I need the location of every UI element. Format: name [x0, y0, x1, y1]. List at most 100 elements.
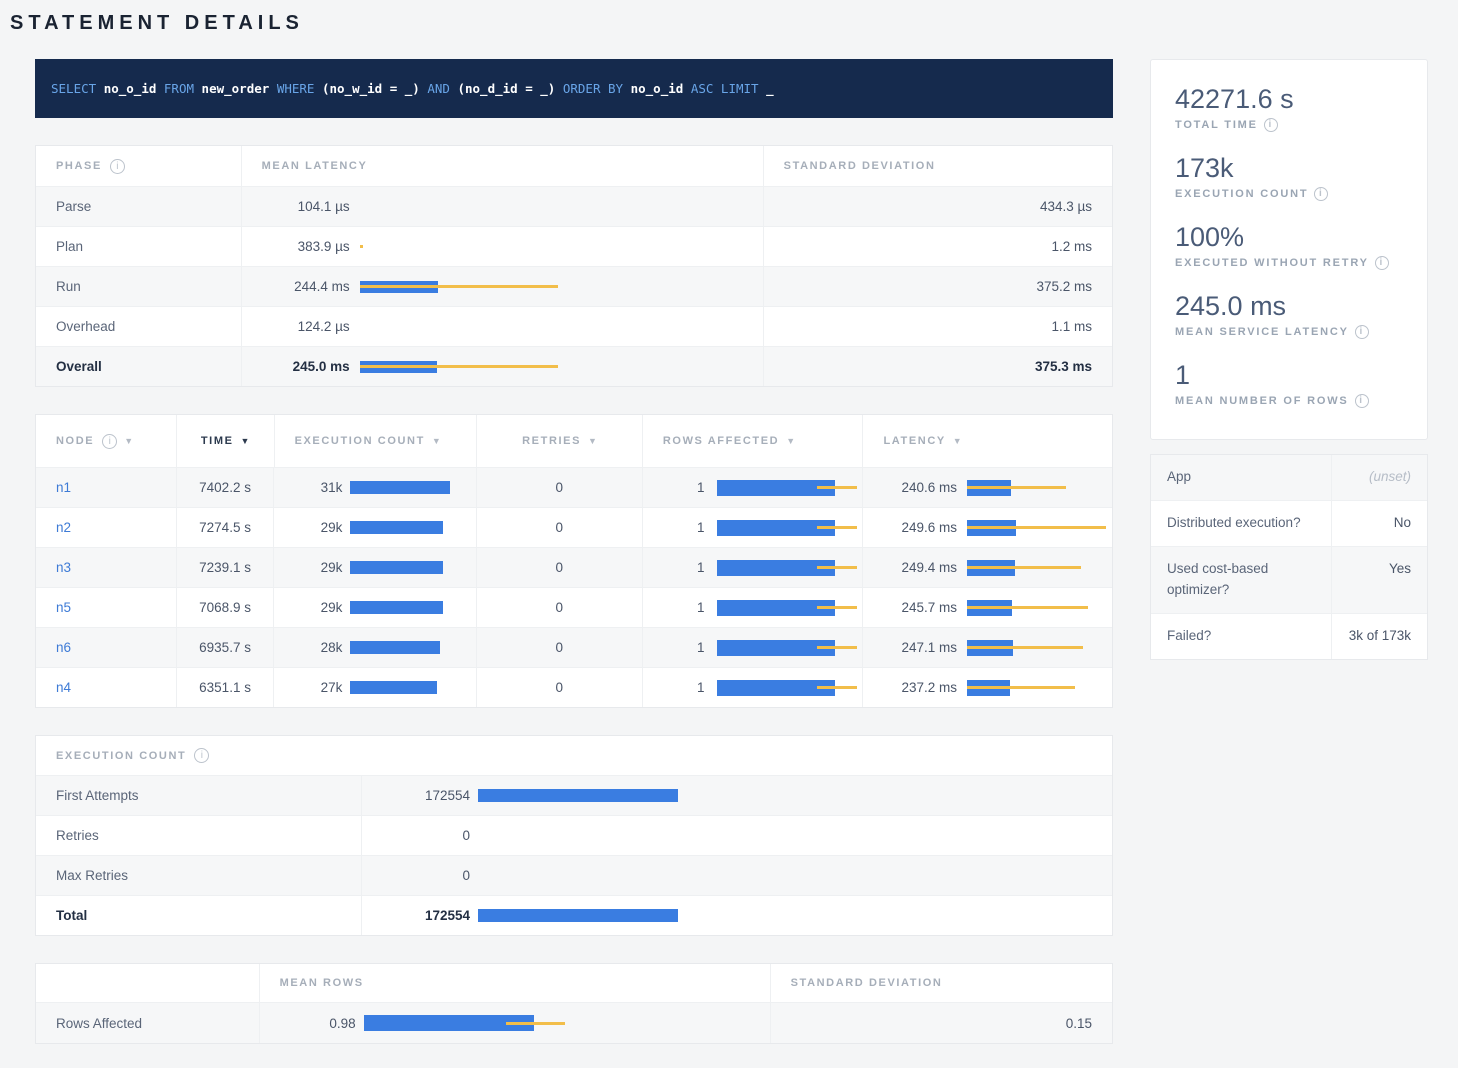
- sql-identifier: no_o_id: [104, 81, 157, 96]
- phase-row-overall: Overall 245.0 ms 375.3 ms: [36, 346, 1112, 386]
- phase-row-run: Run 244.4 ms 375.2 ms: [36, 266, 1112, 306]
- retries-value: 0: [555, 640, 563, 655]
- latency-bar: [360, 361, 560, 373]
- retries-value: 0: [555, 480, 563, 495]
- time-value: 7239.1 s: [199, 560, 251, 575]
- info-icon[interactable]: i: [1264, 118, 1278, 132]
- stat-total-time: 42271.6 s TOTAL TIMEi: [1175, 84, 1403, 132]
- phase-row-overhead: Overhead 124.2 µs 1.1 ms: [36, 306, 1112, 346]
- page-title: STATEMENT DETAILS: [10, 8, 1458, 35]
- execution-count-table-header: EXECUTION COUNT i: [36, 736, 1112, 775]
- sql-identifier: (no_w_id = _): [322, 81, 420, 96]
- column-header-standard-deviation: STANDARD DEVIATION: [791, 977, 943, 989]
- latency-value: 237.2 ms: [883, 680, 957, 695]
- execution-count-value: 29k: [294, 560, 342, 575]
- sql-statement-text: SELECT no_o_id FROM new_order WHERE (no_…: [51, 81, 774, 96]
- latency-value: 245.7 ms: [883, 600, 957, 615]
- info-icon[interactable]: i: [102, 434, 117, 449]
- rows-affected-bar: [717, 480, 859, 496]
- execution-count-bar: [350, 561, 470, 574]
- row-label: First Attempts: [56, 788, 139, 803]
- rows-affected-table-header: MEAN ROWS STANDARD DEVIATION: [36, 964, 1112, 1002]
- sort-caret-icon: ▼: [953, 436, 962, 446]
- summary-stats-card: 42271.6 s TOTAL TIMEi 173k EXECUTION COU…: [1150, 59, 1428, 440]
- column-header-phase: PHASE: [56, 160, 102, 172]
- retries-value: 0: [555, 520, 563, 535]
- statement-details-side-table: App (unset) Distributed execution? No Us…: [1150, 454, 1428, 660]
- stat-label: EXECUTION COUNT: [1175, 188, 1308, 200]
- sql-statement-box: SELECT no_o_id FROM new_order WHERE (no_…: [35, 59, 1113, 118]
- count-bar: [478, 909, 698, 922]
- column-header-node[interactable]: NODE i ▼: [36, 415, 176, 467]
- rows-affected-bar: [717, 680, 859, 696]
- node-link[interactable]: n3: [56, 560, 71, 575]
- detail-label: Distributed execution?: [1151, 501, 1331, 546]
- row-label: Max Retries: [56, 868, 128, 883]
- count-value: 0: [382, 828, 470, 843]
- detail-row-cost-based-optimizer: Used cost-based optimizer? Yes: [1151, 546, 1427, 613]
- column-header-retries[interactable]: RETRIES ▼: [476, 415, 642, 467]
- time-value: 6351.1 s: [199, 680, 251, 695]
- time-value: 6935.7 s: [199, 640, 251, 655]
- latency-bar: [360, 241, 560, 253]
- detail-row-app: App (unset): [1151, 455, 1427, 500]
- phase-label: Overall: [56, 359, 102, 374]
- node-link[interactable]: n1: [56, 480, 71, 495]
- retries-value: 0: [555, 560, 563, 575]
- info-icon[interactable]: i: [1355, 325, 1369, 339]
- detail-value: Yes: [1331, 547, 1427, 613]
- time-value: 7402.2 s: [199, 480, 251, 495]
- stat-value: 1: [1175, 360, 1403, 391]
- retries-value: 0: [555, 600, 563, 615]
- latency-value: 249.4 ms: [883, 560, 957, 575]
- rows-affected-value: 1: [663, 640, 705, 655]
- column-header-execution-count[interactable]: EXECUTION COUNT ▼: [274, 415, 477, 467]
- column-header-latency[interactable]: LATENCY ▼: [862, 415, 1112, 467]
- latency-bar: [967, 600, 1112, 616]
- stat-label: EXECUTED WITHOUT RETRY: [1175, 257, 1369, 269]
- execution-count-bar: [350, 681, 470, 694]
- node-link[interactable]: n6: [56, 640, 71, 655]
- column-header-rows-affected[interactable]: ROWS AFFECTED ▼: [642, 415, 863, 467]
- mean-latency-value: 124.2 µs: [262, 319, 350, 334]
- node-link[interactable]: n5: [56, 600, 71, 615]
- detail-row-failed: Failed? 3k of 173k: [1151, 613, 1427, 659]
- column-header-time[interactable]: TIME ▼: [176, 415, 274, 467]
- rows-affected-value: 1: [663, 480, 705, 495]
- mean-rows-bar: [364, 1015, 569, 1031]
- stat-value: 42271.6 s: [1175, 84, 1403, 115]
- row-label: Retries: [56, 828, 99, 843]
- sql-keyword: SELECT: [51, 81, 96, 96]
- phase-label: Plan: [56, 239, 83, 254]
- info-icon[interactable]: i: [110, 159, 125, 174]
- column-header-standard-deviation: STANDARD DEVIATION: [784, 160, 936, 172]
- sort-caret-icon: ▼: [124, 436, 133, 446]
- info-icon[interactable]: i: [1375, 256, 1389, 270]
- execution-count-value: 29k: [294, 520, 342, 535]
- latency-value: 249.6 ms: [883, 520, 957, 535]
- execution-count-bar: [350, 521, 470, 534]
- node-link[interactable]: n4: [56, 680, 71, 695]
- execution-count-row-total: Total 172554: [36, 895, 1112, 935]
- execution-count-row: Retries 0: [36, 815, 1112, 855]
- sql-identifier: no_o_id: [631, 81, 684, 96]
- detail-row-distributed-execution: Distributed execution? No: [1151, 500, 1427, 546]
- info-icon[interactable]: i: [1355, 394, 1369, 408]
- stat-mean-number-of-rows: 1 MEAN NUMBER OF ROWSi: [1175, 360, 1403, 408]
- node-row: n4 6351.1 s 27k 0 1 237.2 ms: [36, 667, 1112, 707]
- info-icon[interactable]: i: [1314, 187, 1328, 201]
- statement-details-page: STATEMENT DETAILS SELECT no_o_id FROM ne…: [0, 0, 1458, 1068]
- rows-affected-row: Rows Affected 0.98 0.15: [36, 1002, 1112, 1043]
- std-dev-value: 1.2 ms: [1052, 239, 1093, 254]
- latency-bar: [967, 640, 1112, 656]
- count-value: 172554: [382, 788, 470, 803]
- node-link[interactable]: n2: [56, 520, 71, 535]
- info-icon[interactable]: i: [194, 748, 209, 763]
- std-dev-value: 375.3 ms: [1035, 359, 1092, 374]
- sql-keyword: ORDER BY: [563, 81, 623, 96]
- rows-affected-value: 1: [663, 520, 705, 535]
- sql-keyword: AND: [427, 81, 450, 96]
- std-dev-value: 375.2 ms: [1036, 279, 1092, 294]
- execution-count-value: 28k: [294, 640, 342, 655]
- execution-count-value: 27k: [294, 680, 342, 695]
